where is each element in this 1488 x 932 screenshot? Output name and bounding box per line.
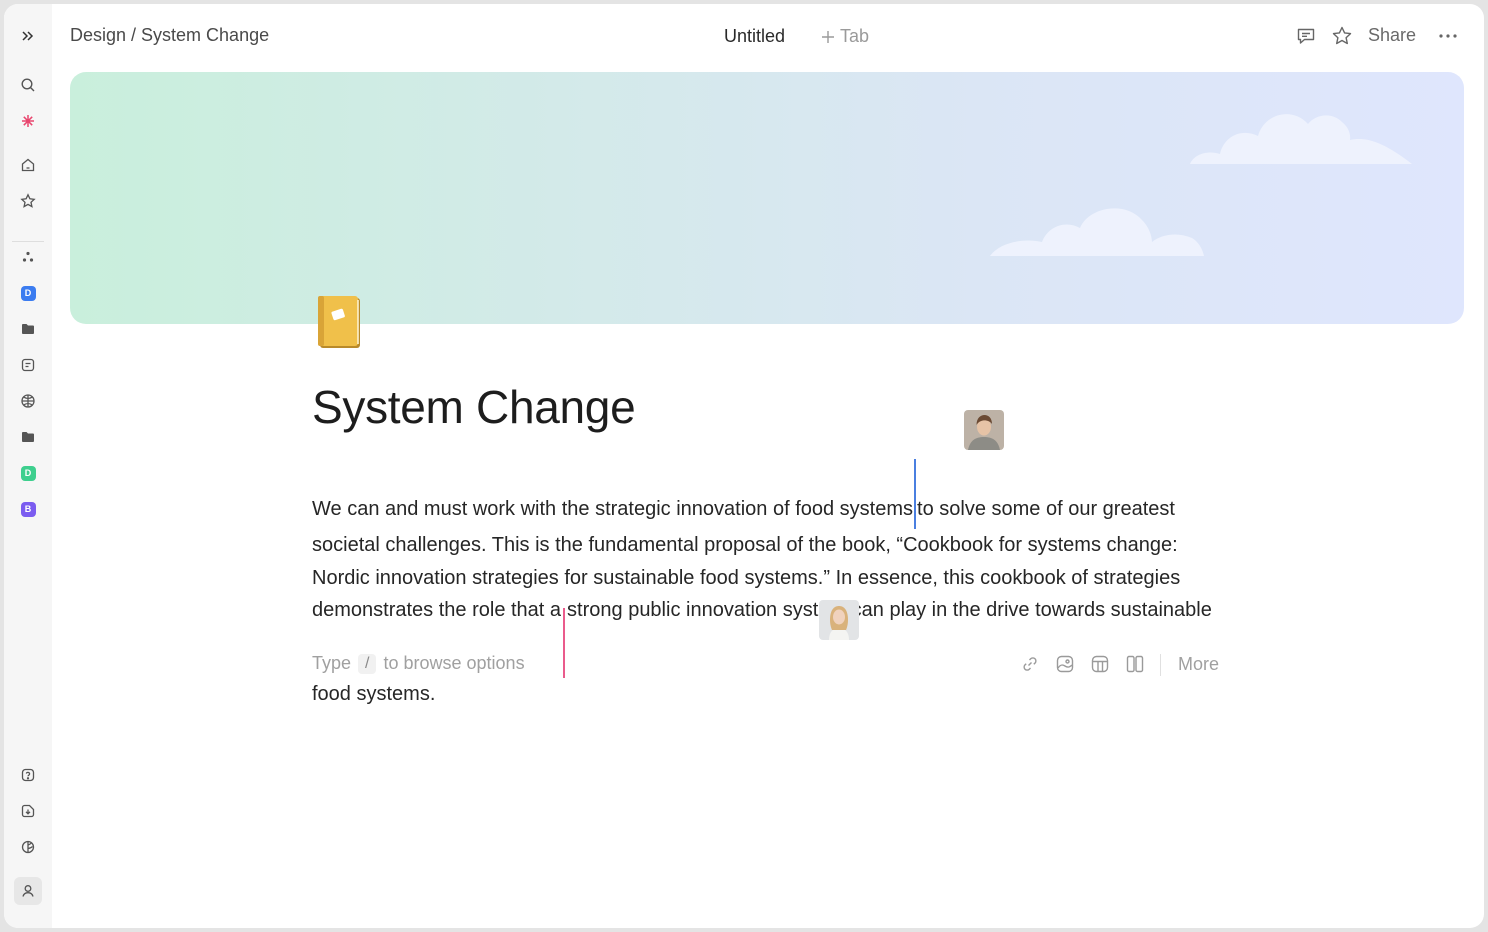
more-options-button[interactable] [1436,24,1460,48]
expand-icon [22,31,34,41]
sidebar: D D B [4,4,52,928]
ai-sparkle-icon [22,115,34,127]
trash-button[interactable] [14,833,42,861]
table-icon [1091,655,1109,673]
favorite-button[interactable] [1330,24,1354,48]
sidebar-item-grid[interactable] [14,387,42,415]
cloud-icon [1190,114,1412,164]
sidebar-item-folder[interactable] [14,315,42,343]
home-button[interactable] [14,151,42,179]
folder-icon [22,324,34,334]
favorites-button[interactable] [14,187,42,215]
search-icon [21,78,35,92]
space-b-badge: B [20,501,36,517]
space-d-badge: D [20,285,36,301]
editor-placeholder[interactable]: Type / to browse options [312,653,525,674]
more-insert-button[interactable]: More [1178,654,1219,675]
sidebar-divider [12,241,44,242]
help-button[interactable] [14,761,42,789]
user-icon [22,885,34,897]
spaces-button[interactable] [14,243,42,271]
add-tab-button[interactable]: Tab [820,26,869,47]
folder-icon [22,432,34,442]
share-button[interactable]: Share [1368,25,1416,46]
import-icon [21,804,35,818]
star-icon [1332,26,1352,45]
expand-sidebar-button[interactable] [14,22,42,50]
link-icon [1023,657,1037,671]
insert-columns-button[interactable] [1123,652,1147,676]
tab-untitled[interactable]: Untitled [724,26,785,47]
collaborator-cursor-pink [563,608,566,678]
hint-prefix: Type [312,653,352,673]
comments-button[interactable] [1294,24,1318,48]
ai-button[interactable] [14,107,42,135]
columns-icon [1126,655,1144,673]
import-button[interactable] [14,797,42,825]
search-button[interactable] [14,71,42,99]
cloud-icon [990,208,1204,256]
account-button[interactable] [14,877,42,905]
insert-image-button[interactable] [1053,652,1077,676]
comment-icon [1297,28,1315,44]
document-icon [21,358,35,372]
home-icon [21,158,35,172]
collaborator-avatar-woman[interactable] [819,600,859,640]
plus-icon [822,30,834,43]
insert-divider [1160,654,1161,676]
sidebar-item-folder-2[interactable] [14,423,42,451]
top-bar: Design / System Change Untitled Tab Shar… [52,4,1484,68]
add-tab-label: Tab [840,26,870,46]
sidebar-item-space-d-green[interactable]: D [14,459,42,487]
collaborator-cursor-blue [914,459,917,529]
paragraph-part-1: We can and must work with the strategic … [312,498,914,520]
slash-key: / [358,653,377,674]
insert-table-button[interactable] [1088,652,1112,676]
sidebar-item-space-b[interactable]: B [14,495,42,523]
notebook-emoji-icon[interactable] [314,294,364,352]
app-window: D D B Design / System Change Untitled Ta… [4,4,1484,928]
spaces-icon [22,251,34,262]
sidebar-item-document[interactable] [14,351,42,379]
hint-suffix: to browse options [383,653,525,673]
trash-icon [21,840,35,854]
collaborator-avatar-man[interactable] [964,410,1004,450]
breadcrumb[interactable]: Design / System Change [70,25,269,46]
image-icon [1056,655,1074,673]
insert-link-button[interactable] [1018,652,1042,676]
help-icon [21,768,35,782]
space-d-green-badge: D [20,465,36,481]
page-cover[interactable] [70,72,1464,324]
page-title[interactable]: System Change [312,380,636,434]
star-icon [20,193,36,208]
more-horizontal-icon [1439,34,1457,38]
sidebar-item-space-d[interactable]: D [14,279,42,307]
globe-icon [21,394,35,408]
